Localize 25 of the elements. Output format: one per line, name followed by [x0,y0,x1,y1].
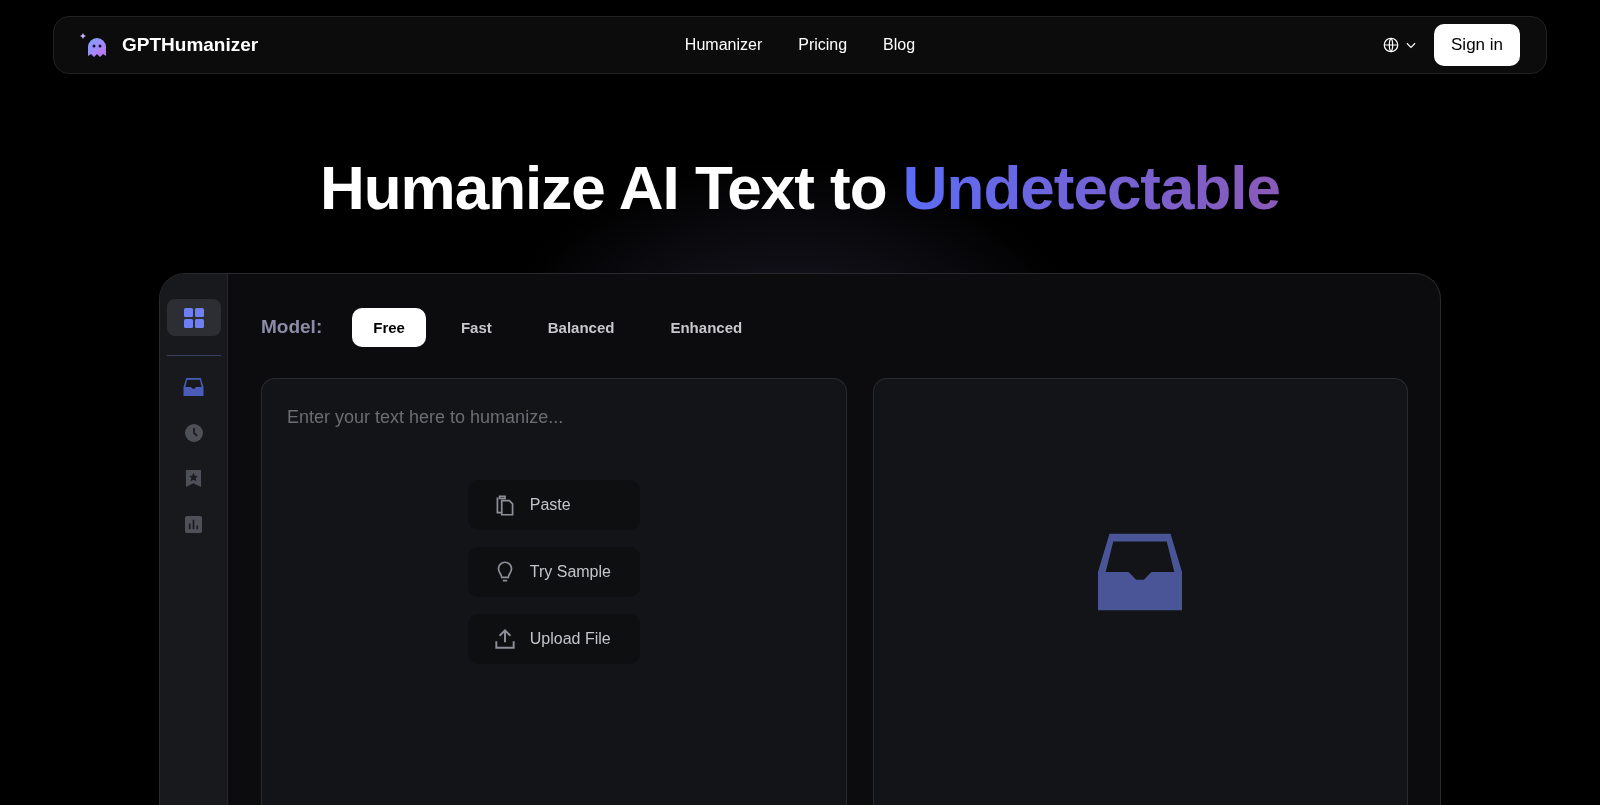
model-label: Model: [261,316,323,338]
action-button[interactable]: Paste [467,480,640,530]
bookmark-star-icon [185,469,202,488]
inbox-icon [182,376,205,397]
model-tab[interactable]: Enhanced [649,307,764,347]
brand-name[interactable]: GPTHumanizer [122,34,259,56]
model-tab[interactable]: Fast [439,307,513,347]
bar-chart-icon [185,516,202,533]
language-selector[interactable] [1382,36,1418,54]
model-tab[interactable]: Free [352,307,426,347]
nav-link[interactable]: Blog [883,36,916,54]
grid-icon [183,307,204,328]
clock-icon [183,422,204,443]
ghost-logo-icon [80,31,108,59]
globe-icon [1382,36,1400,54]
nav-link[interactable]: Pricing [798,36,848,54]
hero-title: Humanize AI Text to [319,153,887,222]
action-button[interactable]: Try Sample [467,547,640,597]
action-button[interactable]: Upload File [467,614,640,664]
model-tab[interactable]: Balanced [526,307,636,347]
input-text-area[interactable]: Enter your text here to humanize... Paste Try Sample Upload File [261,378,847,805]
placeholder-text: Enter your text here to humanize... [287,407,564,428]
sidebar-item[interactable] [166,299,221,336]
sign-in-button[interactable]: Sign in [1434,24,1520,66]
nav-link[interactable]: Humanizer [684,36,763,54]
